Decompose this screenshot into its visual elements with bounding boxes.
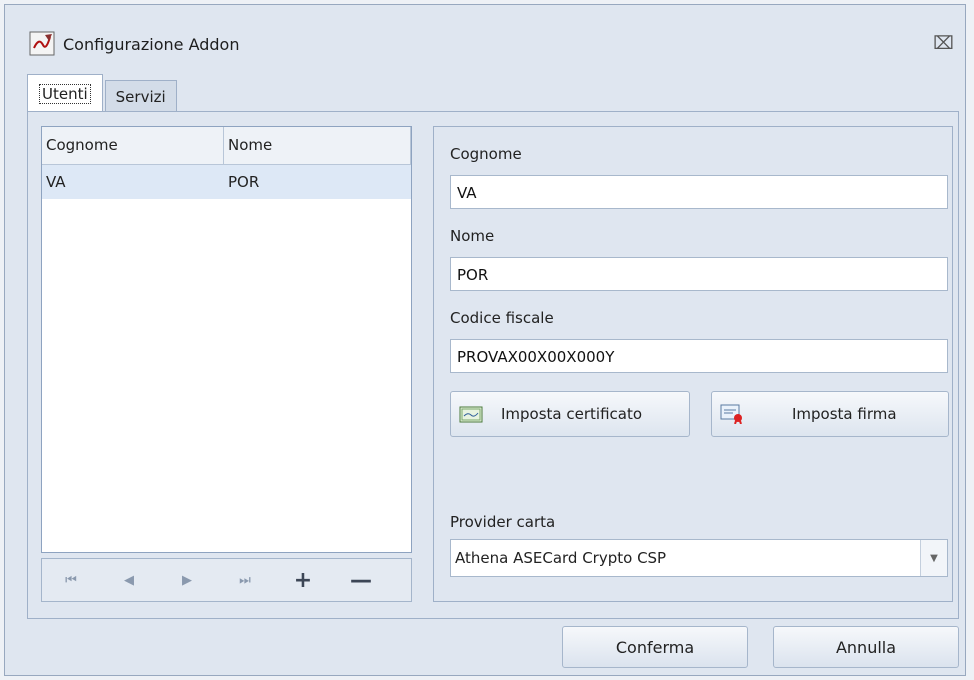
certificate-icon xyxy=(459,406,483,423)
tab-servizi-label: Servizi xyxy=(115,87,166,106)
dialog-window: Configurazione Addon ⌧ Utenti Servizi Co… xyxy=(4,4,966,676)
provider-label: Provider carta xyxy=(450,513,556,531)
column-header-cognome[interactable]: Cognome xyxy=(42,127,224,164)
column-header-nome[interactable]: Nome xyxy=(224,127,411,164)
provider-value: Athena ASECard Crypto CSP xyxy=(455,549,667,567)
table-row[interactable]: VA POR xyxy=(42,165,411,199)
prev-record-icon[interactable]: ◀ xyxy=(100,573,158,588)
close-icon[interactable]: ⌧ xyxy=(933,35,954,53)
first-record-icon[interactable]: ⏮ xyxy=(42,573,100,588)
title-bar: Configurazione Addon ⌧ xyxy=(5,5,965,67)
set-signature-label: Imposta firma xyxy=(792,405,897,423)
cell-cognome: VA xyxy=(46,173,66,191)
tab-utenti-label: Utenti xyxy=(39,83,91,104)
cognome-label: Cognome xyxy=(450,145,522,163)
tab-servizi[interactable]: Servizi xyxy=(104,80,177,112)
grid-header: Cognome Nome xyxy=(42,127,411,165)
cancel-button[interactable]: Annulla xyxy=(773,626,959,668)
nome-label: Nome xyxy=(450,227,495,245)
grid-navigator: ⏮ ◀ ▶ ⏭ + — xyxy=(41,558,412,602)
tab-page-utenti: Cognome Nome VA POR ⏮ ◀ ▶ ⏭ + — Cognome … xyxy=(27,111,959,619)
cell-nome: POR xyxy=(228,173,260,191)
signature-icon xyxy=(720,404,742,424)
last-record-icon[interactable]: ⏭ xyxy=(216,573,274,588)
set-certificate-button[interactable]: Imposta certificato xyxy=(450,391,690,437)
tab-utenti[interactable]: Utenti xyxy=(27,74,103,112)
nome-field[interactable]: POR xyxy=(450,257,948,291)
set-certificate-label: Imposta certificato xyxy=(501,405,643,423)
add-record-icon[interactable]: + xyxy=(274,568,332,593)
codice-fiscale-field[interactable]: PROVAX00X00X000Y xyxy=(450,339,948,373)
app-icon xyxy=(29,31,55,56)
user-detail-panel: Cognome VA Nome POR Codice fiscale PROVA… xyxy=(433,126,953,602)
chevron-down-icon[interactable]: ▼ xyxy=(920,540,947,576)
confirm-button[interactable]: Conferma xyxy=(562,626,748,668)
cognome-field[interactable]: VA xyxy=(450,175,948,209)
provider-select[interactable]: Athena ASECard Crypto CSP ▼ xyxy=(450,539,948,577)
window-title: Configurazione Addon xyxy=(63,35,240,54)
next-record-icon[interactable]: ▶ xyxy=(158,573,216,588)
set-signature-button[interactable]: Imposta firma xyxy=(711,391,949,437)
remove-record-icon[interactable]: — xyxy=(332,568,390,593)
users-grid: Cognome Nome VA POR xyxy=(41,126,412,553)
tab-strip: Utenti Servizi xyxy=(27,74,177,112)
codice-fiscale-label: Codice fiscale xyxy=(450,309,554,327)
